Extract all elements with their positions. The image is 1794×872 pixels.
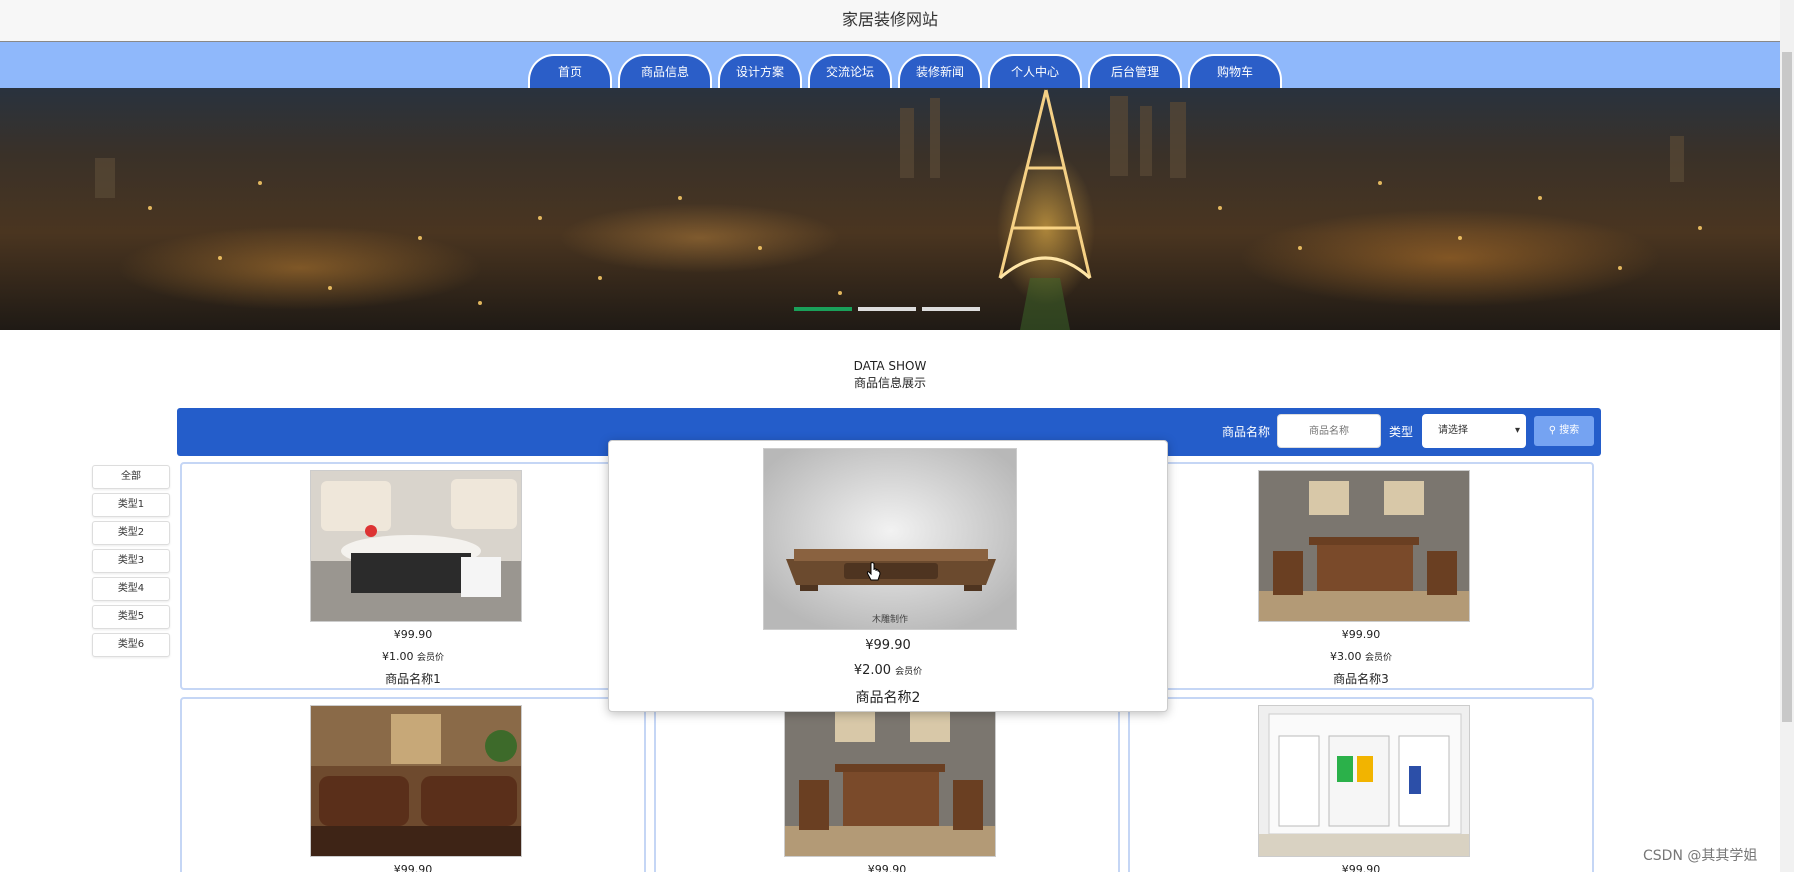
type-label: 类型 [1389,425,1414,439]
search-icon: ⚲ [1548,425,1557,436]
site-title: 家居装修网站 [841,10,938,29]
product-image-caption: 木雕制作 [871,615,908,625]
nav-admin[interactable]: 后台管理 [1088,54,1183,88]
search-button-label: 搜索 [1559,425,1580,436]
carousel-dot[interactable] [922,307,980,311]
hand-cursor-icon [866,562,882,588]
nav-home[interactable]: 首页 [528,54,612,88]
search-button[interactable]: ⚲ 搜索 [1534,416,1594,446]
nav-cart[interactable]: 购物车 [1188,54,1283,88]
carousel-dot[interactable] [794,307,852,311]
watermark: CSDN @其其学姐 [1643,848,1758,864]
product-card[interactable]: ¥99.90 [180,697,646,872]
product-price: ¥99.90 [1341,628,1381,641]
scrollbar-thumb[interactable] [1782,52,1792,722]
product-price: ¥99.90 [393,628,433,641]
nav-profile[interactable]: 个人中心 [988,54,1083,88]
product-price: ¥99.90 [865,638,911,653]
nav-design[interactable]: 设计方案 [718,54,803,88]
type-select[interactable]: 请选择 ▾ [1422,414,1526,448]
page-scrollbar[interactable] [1780,0,1794,872]
category-item[interactable]: 类型4 [92,577,170,601]
product-name[interactable]: 商品名称3 [1130,670,1592,687]
nav-products[interactable]: 商品信息 [618,54,712,88]
product-vip-price: ¥2.00 会员价 [853,663,923,678]
city-night-image [95,89,1702,330]
product-image[interactable] [784,705,996,857]
banner-carousel[interactable] [0,88,1780,330]
carousel-dot[interactable] [858,307,916,311]
product-name[interactable]: 商品名称2 [609,687,1167,707]
product-image[interactable] [310,705,522,857]
product-image[interactable] [310,470,522,622]
carousel-indicators [794,307,980,311]
type-select-value: 请选择 [1438,425,1468,436]
product-card[interactable]: ¥99.90 ¥1.00 会员价 商品名称1 [180,462,646,690]
category-list: 全部 类型1 类型2 类型3 类型4 类型5 类型6 [92,465,170,661]
header: 家居装修网站 [0,0,1780,42]
category-item[interactable]: 类型6 [92,633,170,657]
product-image[interactable] [1258,705,1470,857]
nav-news[interactable]: 装修新闻 [898,54,983,88]
product-vip-price: ¥3.00 会员价 [1329,650,1392,663]
product-price: ¥99.90 [1341,863,1381,872]
nav-bar: 首页 商品信息 设计方案 交流论坛 装修新闻 个人中心 后台管理 购物车 [0,42,1780,88]
product-card[interactable]: ¥99.90 [1128,697,1594,872]
product-price: ¥99.90 [393,863,433,872]
product-vip-price: ¥1.00 会员价 [381,650,444,663]
section-title-cn: 商品信息展示 [853,376,926,390]
category-item[interactable]: 类型2 [92,521,170,545]
product-image[interactable] [1258,470,1470,622]
nav-tabs: 首页 商品信息 设计方案 交流论坛 装修新闻 个人中心 后台管理 购物车 [528,54,1283,88]
category-item[interactable]: 类型5 [92,605,170,629]
product-card-hovered[interactable]: 木雕制作 ¥99.90 ¥2.00 会员价 商品名称2 [608,440,1168,712]
category-item[interactable]: 类型3 [92,549,170,573]
product-name-input[interactable] [1277,414,1381,448]
product-name-label: 商品名称 [1222,425,1271,439]
product-price: ¥99.90 [867,863,907,872]
chevron-down-icon: ▾ [1514,425,1520,436]
product-card[interactable]: ¥99.90 [654,697,1120,872]
product-card[interactable]: ¥99.90 ¥3.00 会员价 商品名称3 [1128,462,1594,690]
category-item[interactable]: 类型1 [92,493,170,517]
section-title-en: DATA SHOW [853,359,927,373]
product-name[interactable]: 商品名称1 [182,670,644,687]
nav-forum[interactable]: 交流论坛 [808,54,893,88]
category-all[interactable]: 全部 [92,465,170,489]
section-heading: DATA SHOW 商品信息展示 [0,358,1780,392]
product-image[interactable]: 木雕制作 [763,448,1017,630]
